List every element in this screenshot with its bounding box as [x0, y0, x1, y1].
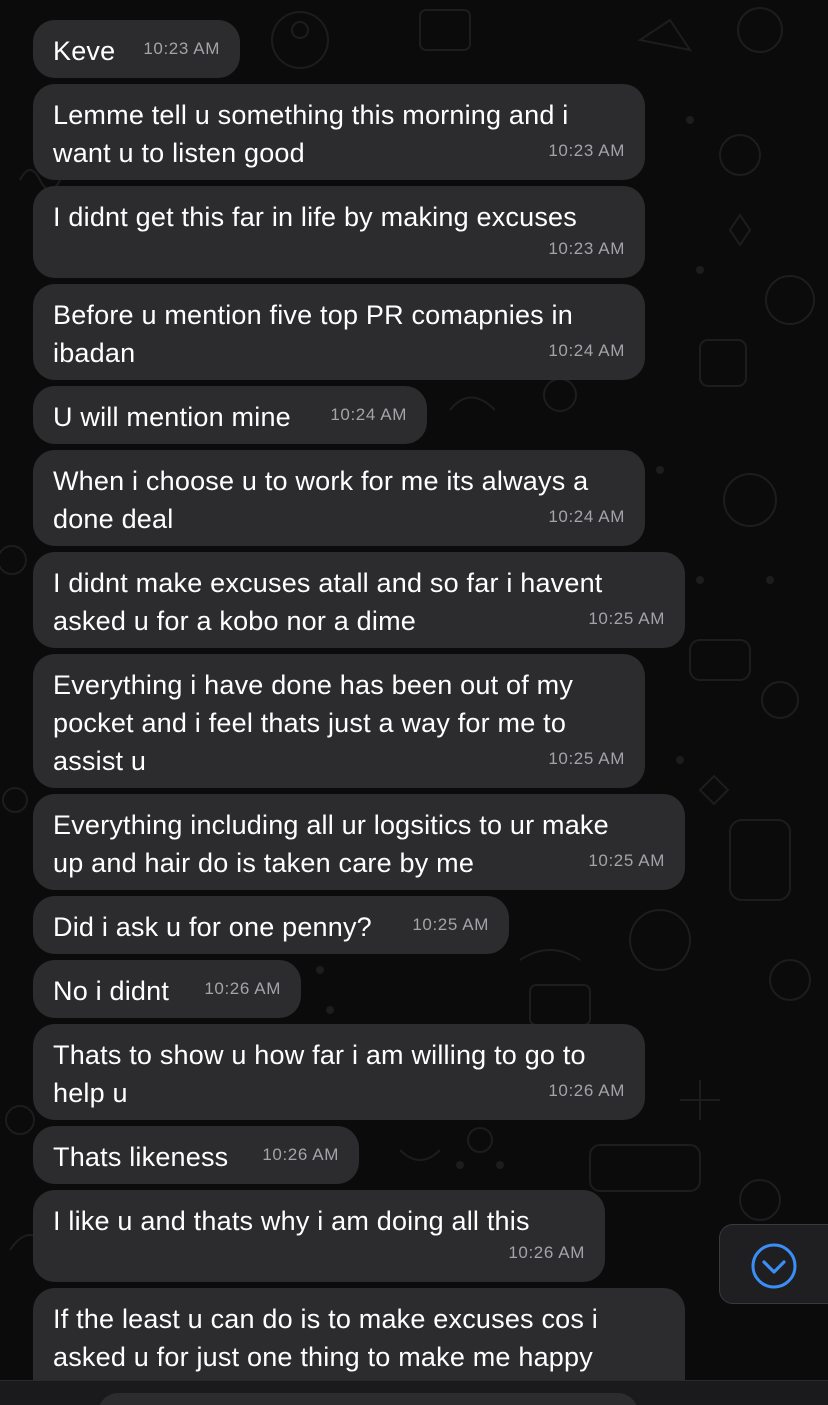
- message-text: Keve: [53, 36, 116, 66]
- message-input-field[interactable]: [98, 1393, 638, 1405]
- message-timestamp: 10:26 AM: [262, 1145, 339, 1164]
- message-text: I like u and thats why i am doing all th…: [53, 1206, 530, 1236]
- chevron-down-circle-icon: [751, 1243, 797, 1289]
- message-timestamp: 10:25 AM: [588, 609, 665, 628]
- message-timestamp: 10:26 AM: [548, 1081, 625, 1100]
- message-text: Before u mention five top PR comapnies i…: [53, 300, 573, 368]
- message-input-bar: [0, 1380, 828, 1405]
- message-bubble[interactable]: Did i ask u for one penny? 10:25 AM: [33, 896, 509, 954]
- message-text: Thats to show u how far i am willing to …: [53, 1040, 586, 1108]
- message-bubble[interactable]: Lemme tell u something this morning and …: [33, 84, 645, 180]
- message-bubble[interactable]: No i didnt 10:26 AM: [33, 960, 301, 1018]
- message-timestamp: 10:24 AM: [548, 341, 625, 360]
- message-bubble[interactable]: Everything i have done has been out of m…: [33, 654, 645, 788]
- message-bubble[interactable]: U will mention mine 10:24 AM: [33, 386, 427, 444]
- scroll-to-bottom-button[interactable]: [719, 1224, 828, 1304]
- message-bubble[interactable]: Before u mention five top PR comapnies i…: [33, 284, 645, 380]
- message-text: If the least u can do is to make excuses…: [53, 1304, 598, 1372]
- message-timestamp: 10:26 AM: [508, 1243, 585, 1262]
- message-text: When i choose u to work for me its alway…: [53, 466, 589, 534]
- message-bubble[interactable]: I didnt make excuses atall and so far i …: [33, 552, 685, 648]
- message-text: Everything including all ur logsitics to…: [53, 810, 609, 878]
- message-bubble[interactable]: I like u and thats why i am doing all th…: [33, 1190, 605, 1282]
- message-bubble[interactable]: Everything including all ur logsitics to…: [33, 794, 685, 890]
- message-text: Everything i have done has been out of m…: [53, 670, 574, 776]
- message-timestamp: 10:25 AM: [548, 749, 625, 768]
- message-bubble[interactable]: When i choose u to work for me its alway…: [33, 450, 645, 546]
- message-timestamp: 10:23 AM: [143, 39, 220, 58]
- message-text: No i didnt: [53, 976, 170, 1006]
- message-text: Did i ask u for one penny?: [53, 912, 372, 942]
- message-text: I didnt make excuses atall and so far i …: [53, 568, 603, 636]
- message-bubble[interactable]: Thats to show u how far i am willing to …: [33, 1024, 645, 1120]
- message-text: Thats likeness: [53, 1142, 229, 1172]
- message-timestamp: 10:24 AM: [330, 405, 407, 424]
- message-text: U will mention mine: [53, 402, 291, 432]
- message-text: Lemme tell u something this morning and …: [53, 100, 569, 168]
- chat-screen: Keve 10:23 AM Lemme tell u something thi…: [0, 0, 828, 1405]
- message-timestamp: 10:25 AM: [588, 851, 665, 870]
- message-bubble[interactable]: Thats likeness 10:26 AM: [33, 1126, 359, 1184]
- message-bubble[interactable]: Keve 10:23 AM: [33, 20, 240, 78]
- message-timestamp: 10:25 AM: [412, 915, 489, 934]
- message-timestamp: 10:23 AM: [548, 141, 625, 160]
- message-timestamp: 10:26 AM: [204, 979, 281, 998]
- message-timestamp: 10:23 AM: [548, 239, 625, 258]
- message-text: I didnt get this far in life by making e…: [53, 202, 577, 232]
- message-timestamp: 10:24 AM: [548, 507, 625, 526]
- message-bubble[interactable]: I didnt get this far in life by making e…: [33, 186, 645, 278]
